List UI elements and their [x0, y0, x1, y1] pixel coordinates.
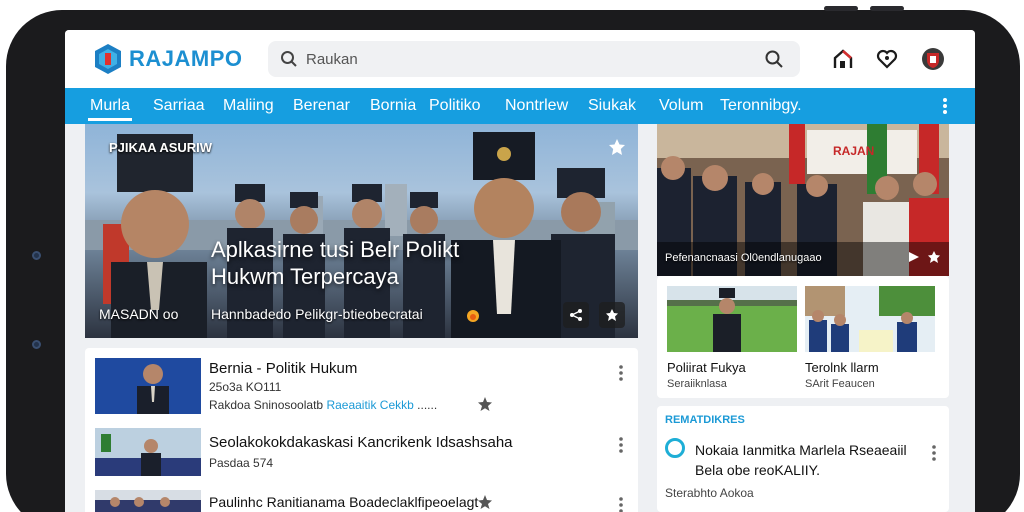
nav-item-berenar[interactable]: Berenar [293, 88, 350, 124]
hero-flame-icon [467, 310, 479, 322]
app-screen: RAJAMPO Murl [65, 30, 975, 512]
nav-item-teronnibgy[interactable]: Teronnibgy. [720, 88, 802, 124]
heart-icon[interactable] [875, 47, 899, 71]
brand-logo[interactable]: RAJAMPO [93, 42, 243, 76]
side-feature-photo[interactable]: RAJAN Pefenancnaasi Ol0endlanugaao [657, 124, 949, 276]
article-title[interactable]: Bernia - Politik Hukum [209, 360, 357, 377]
trending-title[interactable]: Nokaia Ianmitka Marlela Rseaeaiil Bela o… [695, 440, 915, 480]
row-more-icon[interactable] [618, 436, 624, 454]
mini-card-subtitle: SArit Feaucen [805, 378, 875, 390]
article-list: Bernia - Politik Hukum 25o3a KO111 Rakdo… [85, 348, 638, 512]
app-header: RAJAMPO [65, 30, 975, 88]
mini-card-title: Poliirat Fukya [667, 360, 746, 375]
article-meta-suffix: ...... [417, 398, 438, 412]
home-icon[interactable] [831, 47, 855, 71]
hero-story[interactable]: PJIKAA ASURIW Aplkasirne tusi Belr Polik… [85, 124, 638, 338]
nav-item-siukak[interactable]: Siukak [588, 88, 636, 124]
nav-item-murla[interactable]: Murla [87, 88, 133, 124]
search-bar[interactable] [268, 41, 800, 77]
row-more-icon[interactable] [618, 364, 624, 382]
trending-heading: REMATDIKRES [665, 414, 745, 426]
hero-caption: Hannbadedo Pelikgr-btieobecratai [211, 306, 423, 322]
list-item[interactable]: Paulinhc Ranitianama Boadeclaklfipeoelag… [85, 490, 638, 512]
options-icon [606, 309, 618, 321]
share-icon [570, 309, 582, 321]
more-vertical-icon[interactable] [935, 96, 955, 116]
search-icon[interactable] [764, 49, 784, 69]
article-title[interactable]: Paulinhc Ranitianama Boadeclaklfipeoelag… [209, 494, 478, 510]
mini-card-2[interactable]: Terolnk llarm SArit Feaucen [805, 286, 935, 390]
front-camera [32, 251, 41, 260]
sensor-dot [32, 340, 41, 349]
category-nav: Murla Sarriaa Maliing Berenar Bornia Pol… [65, 88, 975, 124]
list-item[interactable]: Seolakokokdakaskasi Kancrikenk Idsashsah… [85, 428, 638, 480]
article-thumbnail [95, 358, 201, 414]
brand-name: RAJAMPO [129, 46, 243, 71]
mini-card-image [667, 286, 797, 352]
article-meta-prefix: Rakdoa Sninosoolatb [209, 398, 324, 412]
article-category-link[interactable]: Raeaaitik Cekkb [326, 398, 413, 412]
side-photo-banner: RAJAN [833, 144, 875, 158]
mini-card-image [805, 286, 935, 352]
save-star-icon[interactable] [477, 494, 493, 510]
nav-item-volum[interactable]: Volum [659, 88, 703, 124]
hero-kicker: PJIKAA ASURIW [109, 140, 213, 155]
volume-button [824, 6, 858, 11]
article-date: 25o3a KO111 [209, 380, 282, 394]
article-thumbnail [95, 428, 201, 476]
hero-headline[interactable]: Aplkasirne tusi Belr Polikt Hukwm Terper… [211, 236, 491, 290]
nav-item-bornia[interactable]: Bornia [370, 88, 416, 124]
trending-source: Sterabhto Aokoa [665, 486, 754, 500]
nav-item-maliing[interactable]: Maliing [223, 88, 274, 124]
profile-badge-icon[interactable] [921, 47, 945, 71]
side-star-icon[interactable] [927, 250, 941, 264]
article-date: Pasdaa 574 [209, 456, 274, 470]
side-photo-caption: Pefenancnaasi Ol0endlanugaao [665, 252, 822, 264]
nav-item-nontrlew[interactable]: Nontrlew [505, 88, 568, 124]
save-star-icon[interactable] [477, 396, 493, 412]
nav-item-sarriaa[interactable]: Sarriaa [153, 88, 205, 124]
mini-card-title: Terolnk llarm [805, 360, 879, 375]
brand-shield-icon [95, 44, 121, 74]
mini-card-1[interactable]: Poliirat Fukya Seraiiknlasa [667, 286, 797, 390]
article-meta: Rakdoa Sninosoolatb Raeaaitik Cekkb ....… [209, 398, 437, 412]
article-title[interactable]: Seolakokokdakaskasi Kancrikenk Idsashsah… [209, 434, 513, 451]
list-item[interactable]: Bernia - Politik Hukum 25o3a KO111 Rakdo… [85, 358, 638, 418]
mini-news-cards: Poliirat Fukya Seraiiknlasa Terolnk llar… [657, 276, 949, 398]
row-more-icon[interactable] [618, 496, 624, 512]
options-button[interactable] [599, 302, 625, 328]
trending-more-icon[interactable] [931, 444, 937, 462]
trending-ring-icon [665, 438, 685, 458]
mini-card-subtitle: Seraiiknlasa [667, 378, 727, 390]
search-input[interactable] [306, 50, 746, 68]
bookmark-star-icon[interactable] [608, 138, 626, 156]
share-button[interactable] [563, 302, 589, 328]
trending-card[interactable]: REMATDIKRES Nokaia Ianmitka Marlela Rsea… [657, 406, 949, 512]
power-button [870, 6, 904, 11]
hero-source: MASADN oo [99, 306, 179, 322]
article-thumbnail [95, 490, 201, 512]
side-photo-actions [907, 250, 941, 264]
side-share-icon[interactable] [907, 250, 921, 264]
search-leading-icon [281, 51, 297, 67]
nav-item-politiko[interactable]: Politiko [429, 88, 481, 124]
